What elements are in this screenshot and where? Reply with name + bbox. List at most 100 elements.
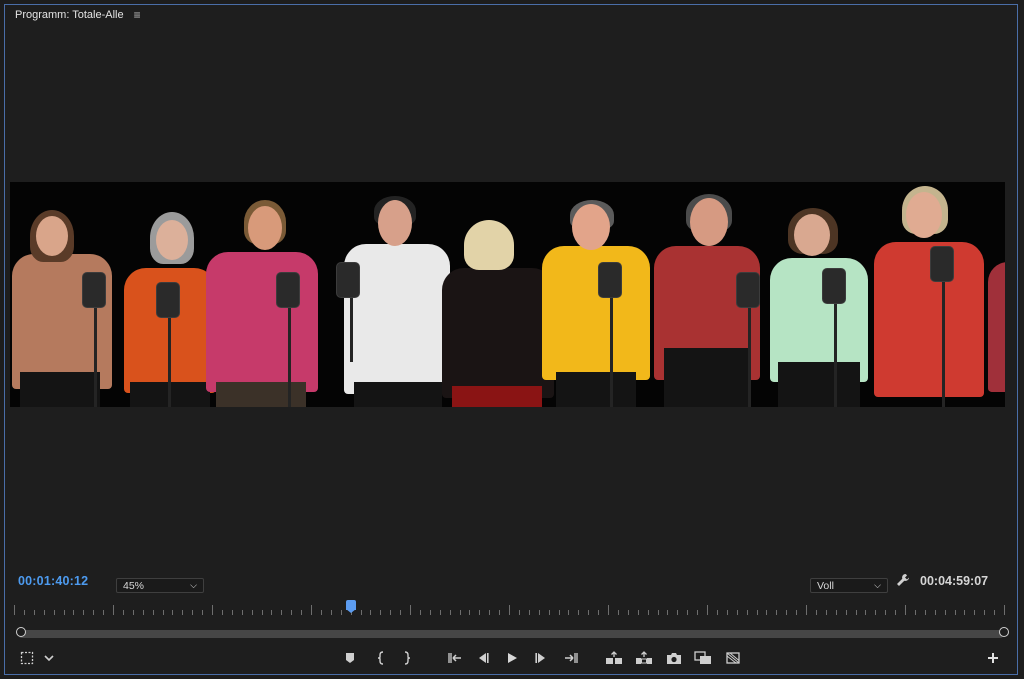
ruler-tick (103, 610, 104, 615)
ruler-tick (806, 605, 807, 615)
ruler-tick (786, 610, 787, 615)
ruler-tick (380, 610, 381, 615)
ruler-tick (737, 610, 738, 615)
ruler-tick (875, 610, 876, 615)
ruler-tick (935, 610, 936, 615)
playback-resolution-dropdown[interactable]: Voll ⌵ (810, 578, 888, 593)
ruler-tick (687, 610, 688, 615)
ruler-tick (479, 610, 480, 615)
ruler-tick (568, 610, 569, 615)
lift-icon[interactable] (605, 650, 623, 666)
ruler-tick (945, 610, 946, 615)
ruler-tick (291, 610, 292, 615)
ruler-tick (519, 610, 520, 615)
ruler-tick (608, 605, 609, 615)
ruler-tick (677, 610, 678, 615)
ruler-tick (489, 610, 490, 615)
play-icon[interactable] (503, 650, 521, 666)
ruler-tick (865, 610, 866, 615)
wrench-icon[interactable] (896, 573, 910, 587)
time-ruler[interactable] (14, 603, 1006, 615)
ruler-tick (658, 610, 659, 615)
zoom-level-value: 45% (123, 579, 145, 592)
vr-toggle-icon[interactable] (724, 650, 742, 666)
ruler-tick (499, 610, 500, 615)
ruler-tick (410, 605, 411, 615)
ruler-tick (420, 610, 421, 615)
ruler-tick (796, 610, 797, 615)
panel-header: Programm: Totale-Alle ≡ (5, 5, 1017, 25)
comparison-view-icon[interactable] (694, 650, 712, 666)
ruler-tick (34, 610, 35, 615)
ruler-tick (390, 610, 391, 615)
ruler-tick (93, 610, 94, 615)
ruler-tick (776, 610, 777, 615)
playhead[interactable] (346, 600, 356, 613)
mark-in-icon[interactable] (372, 650, 390, 666)
ruler-tick (816, 610, 817, 615)
ruler-tick (400, 610, 401, 615)
ruler-tick (638, 610, 639, 615)
ruler-tick (163, 610, 164, 615)
playback-resolution-value: Voll (817, 579, 834, 592)
ruler-tick (14, 605, 15, 615)
ruler-tick (628, 610, 629, 615)
chevron-down-icon: ⌵ (190, 580, 197, 590)
safe-margins-icon[interactable] (18, 650, 36, 666)
ruler-tick (361, 610, 362, 615)
ruler-tick (182, 610, 183, 615)
ruler-tick (440, 610, 441, 615)
add-marker-icon[interactable] (341, 650, 359, 666)
ruler-tick (964, 610, 965, 615)
ruler-tick (222, 610, 223, 615)
ruler-tick (974, 610, 975, 615)
ruler-tick (113, 605, 114, 615)
ruler-tick (133, 610, 134, 615)
ruler-tick (301, 610, 302, 615)
ruler-tick (450, 610, 451, 615)
ruler-tick (757, 610, 758, 615)
ruler-tick (885, 610, 886, 615)
ruler-tick (311, 605, 312, 615)
current-timecode[interactable]: 00:01:40:12 (18, 574, 88, 588)
zoom-scroll-bar[interactable] (18, 630, 1004, 638)
step-forward-icon[interactable] (532, 650, 550, 666)
ruler-tick (24, 610, 25, 615)
hamburger-icon[interactable]: ≡ (134, 8, 141, 22)
export-frame-icon[interactable] (665, 650, 683, 666)
chevron-down-icon: ⌵ (874, 580, 881, 590)
ruler-tick (509, 605, 510, 615)
video-viewer[interactable] (10, 182, 1005, 407)
ruler-tick (172, 610, 173, 615)
ruler-tick (271, 610, 272, 615)
add-button-icon[interactable] (984, 650, 1002, 666)
ruler-tick (648, 610, 649, 615)
settings-chevron-icon[interactable] (40, 650, 58, 666)
ruler-tick (539, 610, 540, 615)
ruler-tick (242, 610, 243, 615)
zoom-level-dropdown[interactable]: 45% ⌵ (116, 578, 204, 593)
panel-title[interactable]: Programm: Totale-Alle (15, 9, 124, 21)
step-back-icon[interactable] (474, 650, 492, 666)
go-to-out-icon[interactable] (562, 650, 580, 666)
ruler-tick (697, 610, 698, 615)
ruler-tick (994, 610, 995, 615)
ruler-tick (549, 610, 550, 615)
ruler-tick (717, 610, 718, 615)
ruler-tick (856, 610, 857, 615)
duration-timecode: 00:04:59:07 (920, 574, 989, 588)
ruler-tick (341, 610, 342, 615)
go-to-in-icon[interactable] (446, 650, 464, 666)
ruler-tick (747, 610, 748, 615)
ruler-tick (469, 610, 470, 615)
ruler-tick (143, 610, 144, 615)
ruler-tick (331, 610, 332, 615)
ruler-tick (727, 610, 728, 615)
ruler-tick (460, 610, 461, 615)
zoom-handle-right[interactable] (999, 627, 1009, 637)
ruler-tick (559, 610, 560, 615)
extract-icon[interactable] (635, 650, 653, 666)
zoom-handle-left[interactable] (16, 627, 26, 637)
mark-out-icon[interactable] (398, 650, 416, 666)
ruler-tick (64, 610, 65, 615)
